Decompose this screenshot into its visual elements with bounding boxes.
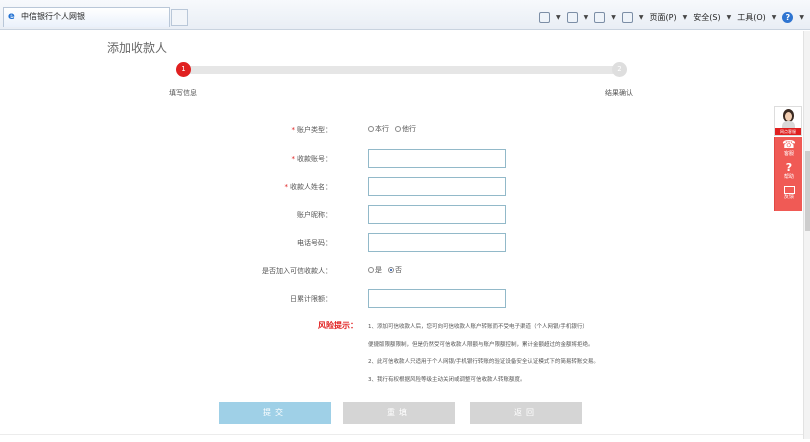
side-item-feedback[interactable]: 反馈 <box>775 186 803 201</box>
browser-toolbar: e 中信银行个人网银 ▼ ▼ ▼ ▼ 页面(P) ▼ 安全(S) ▼ 工具(O) ▼ … <box>0 0 810 30</box>
ie-logo-icon: e <box>8 11 15 22</box>
browser-tab[interactable]: e 中信银行个人网银 <box>3 7 170 27</box>
account-type-label: * 账户类型： <box>291 126 333 134</box>
customer-service-avatar[interactable]: 网点客服 <box>774 106 802 136</box>
browser-commands: ▼ ▼ ▼ ▼ 页面(P) ▼ 安全(S) ▼ 工具(O) ▼ ? ▼ <box>539 9 804 25</box>
radio-icon[interactable] <box>395 126 401 132</box>
payee-name-label: * 收款人姓名： <box>284 183 333 191</box>
menu-tools[interactable]: 工具(O) <box>737 12 766 23</box>
headset-icon: ☎ <box>782 138 796 151</box>
vertical-scrollbar[interactable] <box>803 31 810 439</box>
required-marker: * <box>291 126 296 134</box>
radio-icon[interactable] <box>368 267 374 273</box>
step-1-label: 填写信息 <box>169 89 197 97</box>
chevron-down-icon[interactable]: ▼ <box>584 14 589 21</box>
bottom-divider <box>0 434 803 435</box>
print-icon[interactable] <box>621 11 633 23</box>
daily-limit-input[interactable] <box>368 289 506 308</box>
risk-line-2: 便捷版限额限制，但是仍然受可信收款人限额与账户限额控制，累计金额超过的金额将拒绝… <box>368 342 594 348</box>
chevron-down-icon[interactable]: ▼ <box>799 14 804 21</box>
home-icon[interactable] <box>539 11 551 23</box>
required-marker: * <box>284 183 289 191</box>
trusted-payee-radio-group: 是 否 <box>368 265 402 275</box>
radio-trusted-yes[interactable]: 是 <box>368 265 382 275</box>
account-type-radio-group: 本行 他行 <box>368 124 416 134</box>
risk-title: 风险提示： <box>318 321 358 330</box>
browser-tab-title: 中信银行个人网银 <box>21 12 85 21</box>
payee-name-input[interactable] <box>368 177 506 196</box>
side-item-help[interactable]: ? 帮助 <box>775 162 803 181</box>
side-item-service[interactable]: ☎ 客服 <box>775 139 803 158</box>
trusted-payee-label: 是否加入可信收款人： <box>262 267 332 275</box>
chevron-down-icon[interactable]: ▼ <box>556 14 561 21</box>
radio-trusted-no[interactable]: 否 <box>388 265 402 275</box>
mail-icon <box>783 186 795 194</box>
phone-label: 电话号码： <box>297 239 332 247</box>
radio-checked-icon[interactable] <box>388 267 394 273</box>
chevron-down-icon[interactable]: ▼ <box>727 14 732 21</box>
required-marker: * <box>291 155 296 163</box>
chevron-down-icon[interactable]: ▼ <box>772 14 777 21</box>
step-2-label: 结果确认 <box>605 89 633 97</box>
feeds-icon[interactable] <box>566 11 578 23</box>
step-1-indicator: 1 <box>176 62 191 77</box>
step-2-indicator: 2 <box>612 62 627 77</box>
back-button[interactable]: 返回 <box>470 402 582 424</box>
radio-icon[interactable] <box>368 126 374 132</box>
avatar-face <box>785 112 792 121</box>
scrollbar-thumb[interactable] <box>805 151 810 231</box>
account-no-label: * 收款账号： <box>291 155 333 163</box>
menu-safety[interactable]: 安全(S) <box>693 12 720 23</box>
chevron-down-icon[interactable]: ▼ <box>639 14 644 21</box>
new-tab-button[interactable] <box>171 9 188 26</box>
mail-toolbar-icon[interactable] <box>594 11 606 23</box>
chevron-down-icon[interactable]: ▼ <box>683 14 688 21</box>
daily-limit-label: 日累计限额： <box>290 295 332 303</box>
nickname-label: 账户昵称： <box>297 211 332 219</box>
page-title: 添加收款人 <box>107 41 168 55</box>
reset-button[interactable]: 重填 <box>343 402 455 424</box>
help-icon: ? <box>785 161 793 174</box>
radio-own-bank[interactable]: 本行 <box>368 124 389 134</box>
account-no-input[interactable] <box>368 149 506 168</box>
avatar-caption: 网点客服 <box>775 128 801 135</box>
radio-other-bank[interactable]: 他行 <box>395 124 416 134</box>
phone-input[interactable] <box>368 233 506 252</box>
side-panel: ☎ 客服 ? 帮助 反馈 <box>774 137 802 211</box>
stepper-track <box>183 66 620 74</box>
nickname-input[interactable] <box>368 205 506 224</box>
risk-line-4: 3、我行有权根据风险等级主动关闭或调整可信收款人转账额度。 <box>368 377 526 383</box>
menu-page[interactable]: 页面(P) <box>650 12 677 23</box>
chevron-down-icon[interactable]: ▼ <box>611 14 616 21</box>
risk-line-3: 2、此可信收款人只适用于个人网银/手机银行转账的验证设备安全认证模式下的简易转账… <box>368 359 599 365</box>
submit-button[interactable]: 提交 <box>219 402 331 424</box>
help-circle-icon[interactable]: ? <box>782 11 794 23</box>
risk-line-1: 1、添加可信收款人后，您可向可信收款人账户转账而不受电子渠道（个人网银/手机银行… <box>368 324 588 330</box>
